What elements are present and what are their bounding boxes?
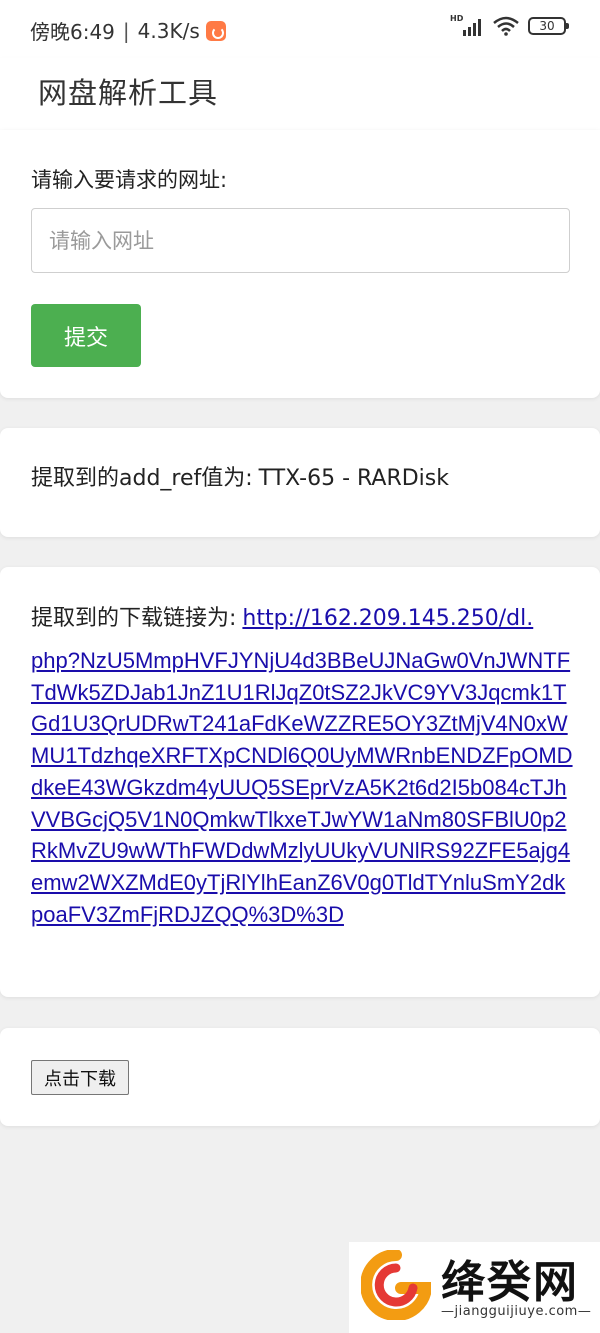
status-speed: 4.3K/s: [137, 18, 200, 43]
download-link-continued[interactable]: php?NzU5MmpHVFJYNjU4d3BBeUJNaGw0VnJWNTFT…: [31, 645, 576, 930]
ref-label: 提取到的add_ref值为:: [31, 466, 253, 491]
watermark-name: 绛癸网: [441, 1257, 579, 1308]
watermark: 绛癸网 —jiangguijiuye.com—: [349, 1242, 600, 1333]
download-link-start[interactable]: http://162.209.145.250/dl.: [242, 606, 533, 631]
page-title: 网盘解析工具: [38, 76, 219, 110]
ref-value: TTX-65 - RARDisk: [258, 466, 449, 491]
ref-result: 提取到的add_ref值为: TTX-65 - RARDisk: [31, 460, 449, 492]
cellular-signal-icon: HD: [450, 14, 484, 36]
submit-button[interactable]: 提交: [31, 304, 141, 367]
ref-result-card: 提取到的add_ref值为: TTX-65 - RARDisk: [0, 428, 600, 537]
status-bar: 傍晚6:49 | 4.3K/s HD 30: [0, 0, 600, 58]
download-link-row: 提取到的下载链接为: http://162.209.145.250/dl.: [31, 600, 533, 632]
status-left: 傍晚6:49 | 4.3K/s: [30, 16, 226, 45]
download-link-card: 提取到的下载链接为: http://162.209.145.250/dl. php…: [0, 567, 600, 997]
watermark-url: —jiangguijiuye.com—: [441, 1304, 592, 1319]
download-button[interactable]: 点击下载: [31, 1060, 129, 1095]
app-bar: 网盘解析工具: [0, 58, 600, 130]
app-notification-icon: [205, 20, 226, 41]
battery-icon: 30: [528, 17, 569, 35]
status-right: HD 30: [450, 14, 569, 36]
url-input[interactable]: [31, 208, 570, 273]
download-link-label: 提取到的下载链接为:: [31, 606, 237, 631]
url-form-card: 请输入要请求的网址: 提交: [0, 130, 600, 398]
watermark-logo-icon: [361, 1250, 431, 1320]
status-time: 傍晚6:49: [30, 20, 115, 44]
status-separator: |: [122, 18, 130, 43]
wifi-icon: [493, 16, 519, 36]
url-label: 请输入要请求的网址:: [31, 168, 228, 192]
download-button-card: 点击下载: [0, 1028, 600, 1126]
